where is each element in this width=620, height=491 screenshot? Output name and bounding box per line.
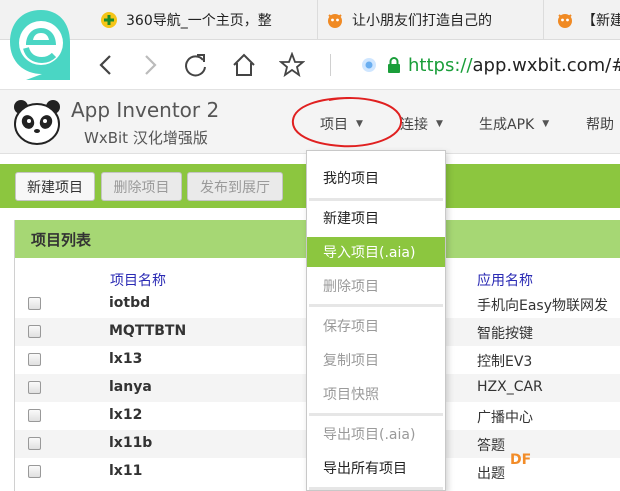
- tab-title: 【新建: [582, 13, 620, 29]
- lock-icon: [388, 57, 400, 73]
- menu-projects[interactable]: 项目 ▼: [320, 114, 363, 134]
- menu-item-delete-project[interactable]: 删除项目: [307, 271, 445, 301]
- chevron-left-icon: [99, 55, 111, 75]
- menu-connect[interactable]: 连接 ▼: [400, 114, 443, 134]
- project-name[interactable]: iotbd: [109, 295, 150, 311]
- row-checkbox[interactable]: [28, 437, 41, 450]
- column-header-app-name[interactable]: 应用名称: [477, 270, 533, 290]
- caret-down-icon: ▼: [356, 119, 363, 129]
- project-name[interactable]: lanya: [109, 379, 152, 395]
- mascot-icon: [328, 14, 342, 28]
- menu-build-apk[interactable]: 生成APK ▼: [479, 114, 549, 134]
- menu-help[interactable]: 帮助: [586, 114, 614, 134]
- app-name: 出题: [477, 466, 505, 482]
- app-title: App Inventor 2: [71, 98, 220, 122]
- delete-project-button[interactable]: 删除项目: [101, 172, 182, 201]
- menu-item-export-aia[interactable]: 导出项目(.aia): [307, 419, 445, 449]
- star-icon: [279, 52, 305, 78]
- menu-divider: [309, 413, 443, 416]
- app-name: 答题: [477, 438, 505, 454]
- browser-logo-icon: [10, 10, 70, 80]
- menu-item-import-aia[interactable]: 导入项目(.aia): [307, 237, 445, 267]
- address-bar: https://app.wxbit.com/#: [0, 40, 620, 90]
- app-header: App Inventor 2 WxBit 汉化增强版 项目 ▼ 连接 ▼ 生成APK…: [0, 90, 620, 154]
- menu-item-snapshot[interactable]: 项目快照: [307, 379, 445, 409]
- browser-tab-new[interactable]: 【新建: [556, 0, 620, 40]
- row-checkbox[interactable]: [28, 353, 41, 366]
- reload-button[interactable]: [182, 51, 210, 79]
- browser-tab-bar: 360导航_一个主页，整 让小朋友们打造自己的 【新建: [0, 0, 620, 40]
- url-field[interactable]: https://app.wxbit.com/#: [360, 52, 620, 78]
- project-name[interactable]: lx11: [109, 463, 142, 479]
- url-host: app.wxbit.com/#: [472, 54, 620, 76]
- menu-divider: [309, 487, 443, 490]
- forward-button[interactable]: [136, 51, 164, 79]
- row-checkbox[interactable]: [28, 465, 41, 478]
- home-button[interactable]: [230, 51, 258, 79]
- plus-circle-icon: [101, 12, 117, 28]
- app-name: 智能按键: [477, 326, 533, 342]
- menu-divider: [309, 198, 443, 201]
- site-info-icon[interactable]: [360, 56, 378, 74]
- app-name: 手机向Easy物联网发: [477, 298, 609, 314]
- project-name[interactable]: lx13: [109, 351, 142, 367]
- project-list-title: 项目列表: [31, 231, 92, 249]
- project-name[interactable]: lx11b: [109, 435, 152, 451]
- row-checkbox[interactable]: [28, 381, 41, 394]
- menu-item-export-all[interactable]: 导出所有项目: [307, 453, 445, 483]
- bookmark-button[interactable]: [278, 51, 306, 79]
- panda-logo-icon: [14, 100, 60, 145]
- mascot-icon: [558, 14, 572, 28]
- project-name[interactable]: MQTTBTN: [109, 323, 186, 339]
- menu-item-copy-project[interactable]: 复制项目: [307, 345, 445, 375]
- address-separator: [330, 54, 331, 76]
- watermark: DF: [510, 452, 532, 468]
- url-protocol: https://: [408, 54, 473, 76]
- menu-label: 项目: [320, 117, 348, 133]
- menu-label: 生成APK: [479, 117, 535, 133]
- project-name[interactable]: lx12: [109, 407, 142, 423]
- menu-item-my-projects[interactable]: 我的项目: [307, 163, 445, 193]
- caret-down-icon: ▼: [542, 119, 550, 129]
- new-project-button[interactable]: 新建项目: [15, 172, 95, 201]
- menu-label: 连接: [400, 117, 428, 133]
- menu-item-save-project[interactable]: 保存项目: [307, 311, 445, 341]
- menu-divider: [309, 304, 443, 307]
- app-name: HZX_CAR: [477, 379, 543, 395]
- chevron-right-icon: [145, 55, 157, 75]
- tab-title: 360导航_一个主页，整: [126, 13, 272, 29]
- app-name: 广播中心: [477, 410, 533, 426]
- browser-tab-360[interactable]: 360导航_一个主页，整: [100, 0, 318, 40]
- publish-gallery-button[interactable]: 发布到展厅: [187, 172, 283, 201]
- column-header-project-name[interactable]: 项目名称: [110, 270, 166, 290]
- app-name: 控制EV3: [477, 354, 533, 370]
- tab-title: 让小朋友们打造自己的: [352, 13, 492, 29]
- row-checkbox[interactable]: [28, 409, 41, 422]
- projects-dropdown-menu: 我的项目 新建项目 导入项目(.aia) 删除项目 保存项目 复制项目 项目快照…: [306, 150, 446, 491]
- caret-down-icon: ▼: [436, 119, 443, 129]
- menu-item-new-project[interactable]: 新建项目: [307, 203, 445, 233]
- home-icon: [233, 53, 255, 76]
- browser-tab-kids[interactable]: 让小朋友们打造自己的: [326, 0, 544, 40]
- app-subtitle: WxBit 汉化增强版: [84, 129, 208, 147]
- row-checkbox[interactable]: [28, 297, 41, 310]
- reload-icon: [185, 54, 206, 77]
- back-button[interactable]: [92, 51, 120, 79]
- menu-label: 帮助: [586, 117, 614, 133]
- row-checkbox[interactable]: [28, 325, 41, 338]
